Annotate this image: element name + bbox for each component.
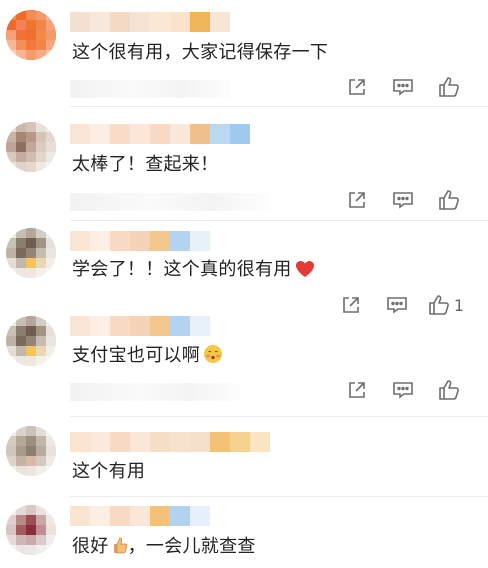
blushing-face-icon xyxy=(203,344,223,372)
thumbs-up-icon xyxy=(429,295,449,315)
comment-text-content: 这个很有用，大家记得保存一下 xyxy=(72,42,329,63)
divider xyxy=(70,220,488,221)
comment-actions: 1 xyxy=(328,292,472,318)
blurred-meta xyxy=(70,193,270,211)
thumbs-up-icon xyxy=(112,535,128,563)
username-blurred[interactable] xyxy=(70,506,210,526)
comment-icon xyxy=(393,382,413,399)
avatar[interactable] xyxy=(6,10,56,60)
thumbs-up-icon xyxy=(439,190,459,210)
avatar[interactable] xyxy=(6,505,56,555)
like-button[interactable] xyxy=(426,187,472,213)
blurred-meta xyxy=(70,80,230,98)
username-blurred[interactable] xyxy=(70,316,210,336)
share-icon xyxy=(349,192,365,208)
avatar[interactable] xyxy=(6,426,56,476)
share-button[interactable] xyxy=(334,74,380,100)
share-icon xyxy=(343,297,359,313)
divider xyxy=(70,416,488,417)
comment-text-content: 学会了！！这个真的很有用 xyxy=(72,259,292,280)
avatar[interactable] xyxy=(6,316,56,366)
red-heart-icon xyxy=(295,260,315,286)
thumbs-up-icon xyxy=(439,77,459,97)
comment-text: 这个很有用，大家记得保存一下 xyxy=(72,40,328,66)
share-icon xyxy=(349,382,365,398)
share-icon xyxy=(349,79,365,95)
comment-icon xyxy=(393,192,413,209)
comment-text: 学会了！！这个真的很有用 xyxy=(72,257,315,286)
comment-actions xyxy=(334,74,472,100)
comment-text: 这个有用 xyxy=(72,459,145,485)
comment-actions xyxy=(334,187,472,213)
comment-button[interactable] xyxy=(380,187,426,213)
blurred-meta xyxy=(70,383,240,401)
comment-text: 很好 ，一会儿就查查 xyxy=(72,534,256,563)
share-button[interactable] xyxy=(334,187,380,213)
username-blurred[interactable] xyxy=(70,124,250,144)
comment-text-content: 这个有用 xyxy=(72,461,146,482)
comment-text: 太棒了！查起来！ xyxy=(72,152,218,178)
comment-text: 支付宝也可以啊 xyxy=(72,343,223,372)
username-blurred[interactable] xyxy=(70,12,230,32)
comment-button[interactable] xyxy=(380,74,426,100)
username-blurred[interactable] xyxy=(70,432,270,452)
comment-icon xyxy=(387,297,407,314)
comment-text-suffix: ，一会儿就查查 xyxy=(127,536,256,557)
comment-text-content: 支付宝也可以啊 xyxy=(72,345,201,366)
comment-icon xyxy=(393,79,413,96)
avatar[interactable] xyxy=(6,228,56,278)
like-count: 1 xyxy=(453,295,465,315)
share-button[interactable] xyxy=(328,292,374,318)
thumbs-up-icon xyxy=(439,380,459,400)
avatar[interactable] xyxy=(6,122,56,172)
divider xyxy=(70,106,488,107)
like-button[interactable] xyxy=(426,377,472,403)
like-button[interactable]: 1 xyxy=(420,292,472,318)
comment-text-content: 很好 xyxy=(72,536,109,557)
comment-button[interactable] xyxy=(380,377,426,403)
divider xyxy=(70,496,488,497)
like-button[interactable] xyxy=(426,74,472,100)
comment-button[interactable] xyxy=(374,292,420,318)
comment-text-content: 太棒了！查起来！ xyxy=(72,154,219,175)
comment-actions xyxy=(334,377,472,403)
username-blurred[interactable] xyxy=(70,231,210,251)
share-button[interactable] xyxy=(334,377,380,403)
